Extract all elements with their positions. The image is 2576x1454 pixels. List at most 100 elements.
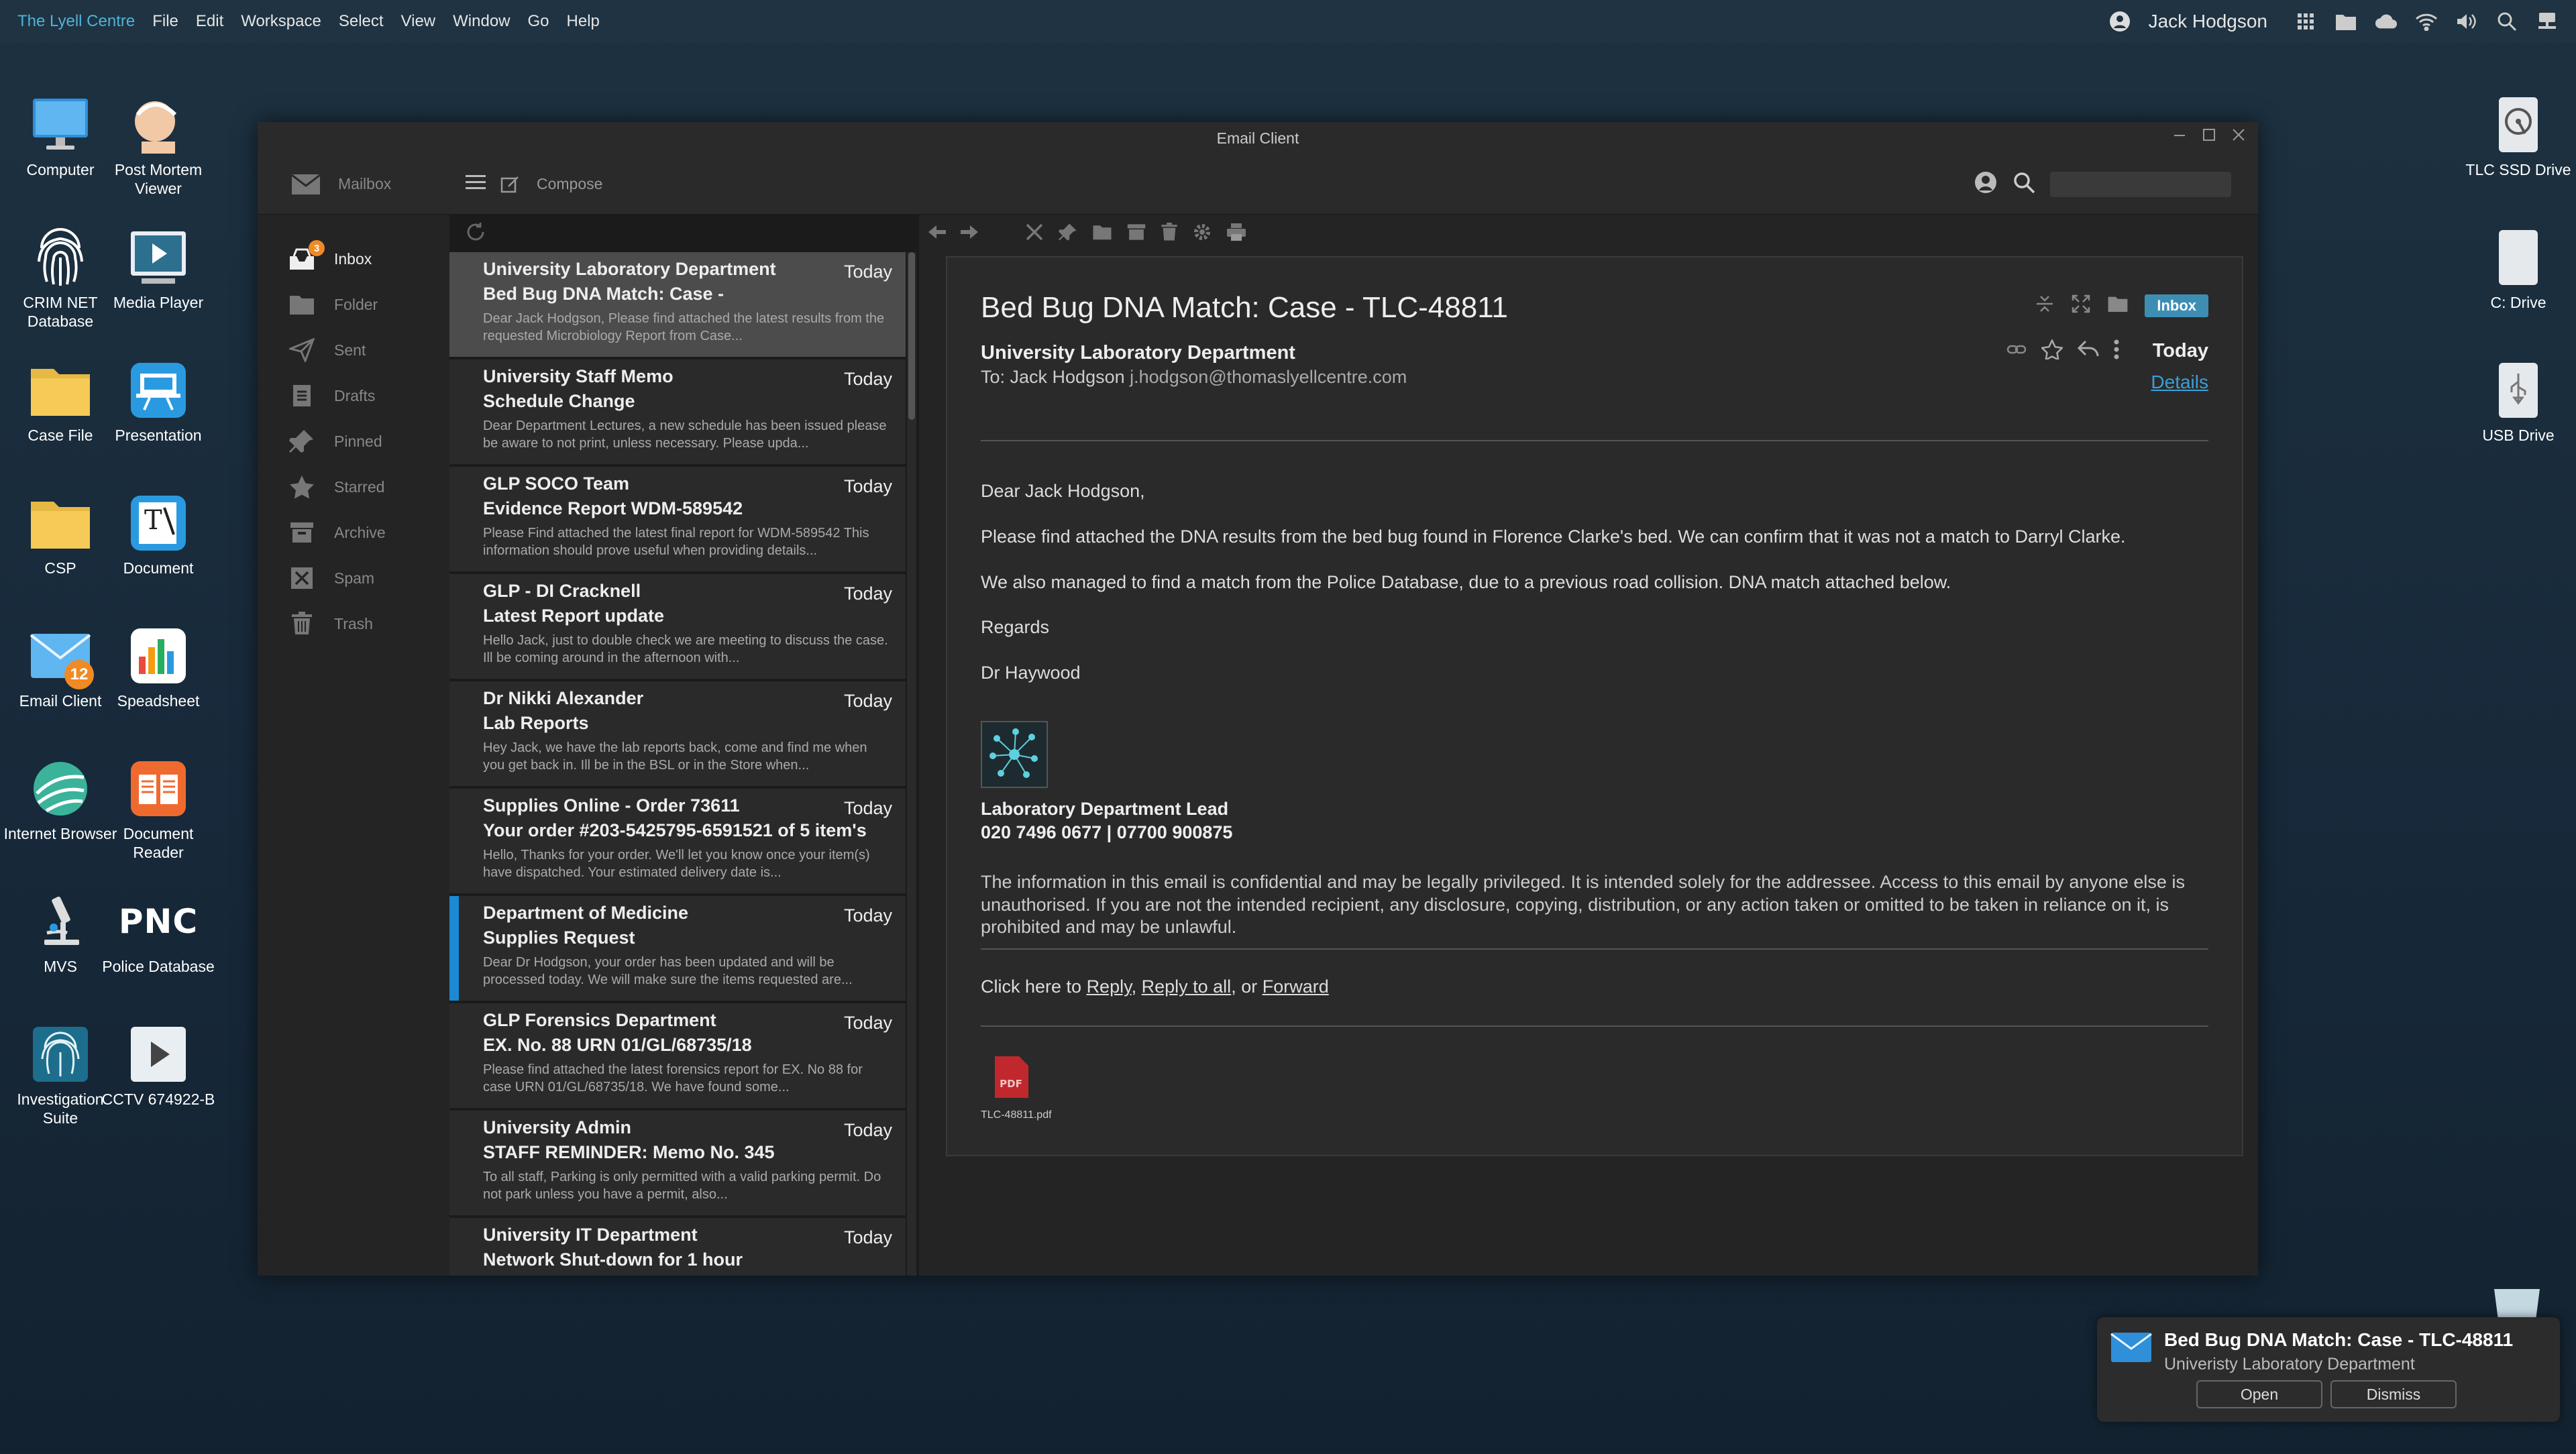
sidebar-item-folder[interactable]: Folder bbox=[258, 282, 449, 327]
message-row[interactable]: Dr Nikki Alexander Today Lab Reports Hey… bbox=[449, 681, 906, 789]
wifi-icon[interactable] bbox=[2415, 10, 2438, 33]
menu-file[interactable]: File bbox=[152, 12, 178, 31]
refresh-icon[interactable] bbox=[464, 221, 487, 247]
message-sender: Supplies Online - Order 73611 bbox=[483, 795, 740, 816]
sidebar-item-inbox[interactable]: 3 Inbox bbox=[258, 236, 449, 282]
link-icon[interactable] bbox=[2006, 343, 2027, 359]
message-row[interactable]: Department of Medicine Today Supplies Re… bbox=[449, 896, 906, 1003]
user-avatar-icon[interactable] bbox=[2108, 10, 2131, 33]
pin-icon[interactable] bbox=[1059, 223, 1077, 245]
collapse-icon[interactable] bbox=[2035, 294, 2055, 317]
desktop-icon-label: TLC SSD Drive bbox=[2465, 161, 2571, 178]
settings-gear-icon[interactable] bbox=[1193, 223, 1212, 245]
details-link[interactable]: Details bbox=[2151, 372, 2208, 393]
sidebar-item-archive[interactable]: Archive bbox=[258, 510, 449, 555]
desktop-icon-label: Media Player bbox=[113, 294, 204, 311]
minimize-icon[interactable] bbox=[2172, 127, 2187, 146]
sidebar-item-drafts[interactable]: Drafts bbox=[258, 373, 449, 418]
desktop-icon-post-mortem-viewer[interactable]: Post Mortem Viewer bbox=[98, 94, 219, 198]
fullscreen-icon[interactable] bbox=[2071, 294, 2091, 317]
star-icon bbox=[288, 473, 315, 500]
email-notification[interactable]: Bed Bug DNA Match: Case - TLC-48811 Univ… bbox=[2097, 1317, 2560, 1422]
desktop-icon-speadsheet[interactable]: Speadsheet bbox=[98, 625, 219, 711]
sidebar-item-label: Trash bbox=[334, 614, 373, 632]
cloud-icon[interactable] bbox=[2375, 10, 2398, 33]
menu-bar: The Lyell Centre File Edit Workspace Sel… bbox=[0, 0, 2576, 43]
apps-grid-icon[interactable] bbox=[2294, 10, 2317, 33]
trash-icon[interactable] bbox=[1161, 222, 1178, 245]
menu-view[interactable]: View bbox=[401, 12, 436, 31]
sidebar-item-trash[interactable]: Trash bbox=[258, 601, 449, 647]
menu-window[interactable]: Window bbox=[453, 12, 510, 31]
maximize-icon[interactable] bbox=[2202, 127, 2216, 146]
desktop-icon-label: C: Drive bbox=[2490, 294, 2546, 311]
reply-all-link[interactable]: Reply to all bbox=[1142, 976, 1232, 997]
menu-help[interactable]: Help bbox=[567, 12, 600, 31]
archive-icon[interactable] bbox=[1127, 223, 1146, 245]
desktop-icon-police-database[interactable]: PNC Police Database bbox=[98, 891, 219, 976]
message-row[interactable]: University Admin Today STAFF REMINDER: M… bbox=[449, 1111, 906, 1218]
desktop-icon-c-drive[interactable]: C: Drive bbox=[2458, 227, 2576, 313]
close-icon[interactable] bbox=[2231, 127, 2246, 146]
account-icon[interactable] bbox=[1974, 170, 1998, 198]
search-icon[interactable] bbox=[2012, 171, 2035, 197]
computer-icon bbox=[30, 94, 91, 156]
desktop-icon-label: Document Reader bbox=[123, 825, 194, 861]
message-row[interactable]: GLP - DI Cracknell Today Latest Report u… bbox=[449, 574, 906, 681]
folder-icon[interactable] bbox=[2334, 10, 2357, 33]
back-arrow-icon[interactable] bbox=[928, 225, 946, 243]
desktop-icon-usb-drive[interactable]: USB Drive bbox=[2458, 359, 2576, 445]
print-icon[interactable] bbox=[1226, 223, 1246, 245]
attachment[interactable]: PDF TLC-48811.pdf bbox=[981, 1055, 1052, 1121]
menu-workspace[interactable]: Workspace bbox=[241, 12, 321, 31]
message-row[interactable]: University IT Department Today Network S… bbox=[449, 1218, 906, 1276]
message-row[interactable]: University Laboratory Department Today B… bbox=[449, 252, 906, 359]
message-subject: Schedule Change bbox=[483, 391, 635, 411]
brand-menu[interactable]: The Lyell Centre bbox=[17, 12, 135, 31]
desktop-icon-media-player[interactable]: Media Player bbox=[98, 227, 219, 313]
message-body: Dear Jack Hodgson, Please find attached … bbox=[981, 480, 2208, 685]
network-icon[interactable] bbox=[2536, 10, 2559, 33]
volume-icon[interactable] bbox=[2455, 10, 2478, 33]
folder-icon[interactable] bbox=[2107, 294, 2129, 317]
more-options-icon[interactable] bbox=[2114, 339, 2119, 363]
move-folder-icon[interactable] bbox=[1092, 223, 1112, 244]
sidebar-item-starred[interactable]: Starred bbox=[258, 464, 449, 510]
open-button[interactable]: Open bbox=[2196, 1380, 2322, 1408]
desktop-icon-document-reader[interactable]: Document Reader bbox=[98, 758, 219, 862]
search-input[interactable] bbox=[2050, 171, 2231, 197]
sidebar-item-pinned[interactable]: Pinned bbox=[258, 418, 449, 464]
sidebar-item-spam[interactable]: Spam bbox=[258, 555, 449, 601]
message-row[interactable]: GLP Forensics Department Today EX. No. 8… bbox=[449, 1003, 906, 1111]
compose-button[interactable]: Compose bbox=[500, 174, 602, 194]
forward-arrow-icon[interactable] bbox=[961, 225, 978, 243]
sidebar-item-label: Inbox bbox=[334, 249, 372, 268]
reply-link[interactable]: Reply bbox=[1087, 976, 1132, 997]
inbox-tag[interactable]: Inbox bbox=[2145, 294, 2208, 317]
desktop-icon-document[interactable]: T Document bbox=[98, 492, 219, 578]
desktop-icon-tlc-ssd-drive[interactable]: TLC SSD Drive bbox=[2458, 94, 2576, 180]
message-list-scrollbar[interactable] bbox=[907, 252, 916, 1276]
message-row[interactable]: University Staff Memo Today Schedule Cha… bbox=[449, 359, 906, 467]
mailbox-button[interactable]: Mailbox bbox=[291, 174, 466, 195]
desktop-icon-presentation[interactable]: Presentation bbox=[98, 359, 219, 445]
delete-x-icon[interactable] bbox=[1025, 223, 1044, 245]
message-row[interactable]: GLP SOCO Team Today Evidence Report WDM-… bbox=[449, 467, 906, 574]
dismiss-button[interactable]: Dismiss bbox=[2330, 1380, 2457, 1408]
forward-link[interactable]: Forward bbox=[1263, 976, 1329, 997]
pdf-icon-text: PDF bbox=[1000, 1078, 1022, 1090]
message-row[interactable]: Supplies Online - Order 73611 Today Your… bbox=[449, 789, 906, 896]
user-name[interactable]: Jack Hodgson bbox=[2149, 11, 2267, 32]
sidebar-item-sent[interactable]: Sent bbox=[258, 327, 449, 373]
recycle-bin-icon[interactable] bbox=[2491, 1286, 2542, 1320]
menu-edit[interactable]: Edit bbox=[196, 12, 223, 31]
search-icon[interactable] bbox=[2496, 10, 2518, 33]
menu-go[interactable]: Go bbox=[528, 12, 549, 31]
menu-select[interactable]: Select bbox=[339, 12, 384, 31]
desktop-icon-cctv[interactable]: CCTV 674922-B bbox=[98, 1023, 219, 1109]
reply-icon[interactable] bbox=[2077, 340, 2099, 362]
scrollbar-thumb[interactable] bbox=[908, 252, 915, 420]
star-icon[interactable] bbox=[2040, 338, 2064, 363]
message-subject: Your order #203-5425795-6591521 of 5 ite… bbox=[483, 820, 867, 840]
hamburger-menu-icon[interactable] bbox=[466, 174, 486, 194]
